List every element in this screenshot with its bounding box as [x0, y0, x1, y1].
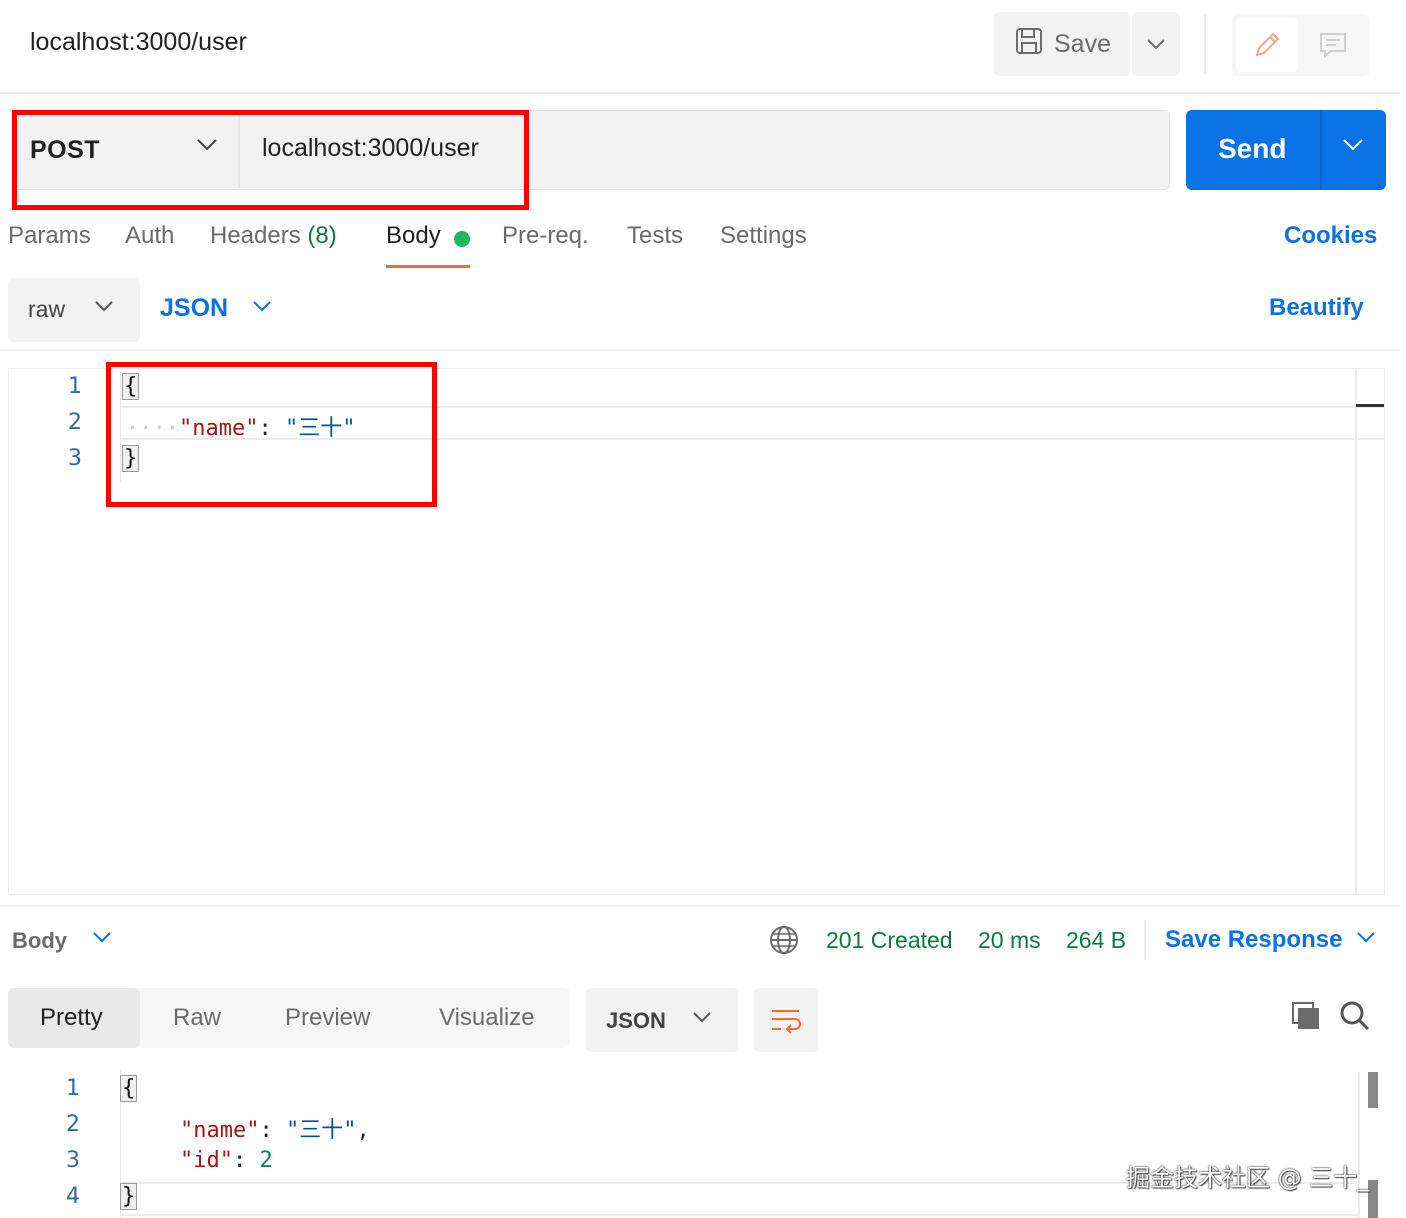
chevron-down-icon: [1147, 39, 1165, 50]
divider: [120, 1214, 1360, 1216]
tab-settings[interactable]: Settings: [720, 222, 807, 250]
divider: [1204, 14, 1206, 74]
headers-count-badge: (8): [307, 222, 337, 249]
json-comma: ,: [356, 1118, 370, 1143]
json-colon: :: [259, 1118, 286, 1143]
json-value: "三十": [285, 1118, 357, 1143]
response-scroll-thumb[interactable]: [1368, 1180, 1378, 1218]
line-number: 3: [68, 446, 82, 471]
body-mode-label[interactable]: raw: [28, 296, 65, 323]
wrap-icon: [772, 1010, 801, 1034]
json-colon: :: [232, 1148, 260, 1173]
view-tab-visualize[interactable]: Visualize: [439, 1004, 535, 1032]
editor-scrollbar[interactable]: [1355, 369, 1357, 894]
line-number: 1: [68, 374, 82, 399]
code-line: {: [120, 1075, 138, 1102]
line-number: 2: [68, 410, 82, 435]
line-number: 2: [66, 1112, 80, 1137]
view-tab-raw[interactable]: Raw: [173, 1004, 221, 1032]
response-format-label[interactable]: JSON: [606, 1008, 666, 1034]
search-icon[interactable]: [1339, 1000, 1371, 1037]
chevron-down-icon[interactable]: [94, 299, 114, 317]
globe-icon[interactable]: [769, 925, 799, 960]
chevron-down-icon[interactable]: [1356, 930, 1376, 948]
json-key: "id": [180, 1148, 233, 1173]
save-label: Save: [1054, 29, 1111, 58]
editor-scroll-thumb[interactable]: [1356, 404, 1384, 407]
save-icon: [1014, 26, 1044, 63]
open-brace: {: [120, 1075, 138, 1102]
body-indicator-dot: [454, 231, 470, 247]
response-scrollbar[interactable]: [1358, 1072, 1360, 1218]
json-value: 2: [259, 1148, 273, 1173]
save-button[interactable]: Save: [994, 12, 1130, 76]
chevron-down-icon[interactable]: [92, 930, 112, 948]
comment-icon: [1320, 33, 1346, 59]
chevron-down-icon[interactable]: [252, 299, 272, 317]
view-tab-preview[interactable]: Preview: [285, 1004, 370, 1032]
response-status[interactable]: 201 Created: [826, 927, 953, 954]
chevron-down-icon[interactable]: [692, 1010, 712, 1028]
line-number: 3: [66, 1148, 80, 1173]
divider: [0, 905, 1400, 907]
response-scroll-thumb[interactable]: [1368, 1072, 1378, 1108]
tab-headers-label: Headers: [210, 222, 301, 249]
watermark: 掘金技术社区 @ 三十_: [1126, 1164, 1370, 1192]
chevron-down-icon: [1343, 139, 1363, 151]
comments-button[interactable]: [1302, 18, 1364, 72]
save-options-button[interactable]: [1132, 12, 1180, 76]
divider: [1144, 920, 1146, 960]
close-brace: }: [120, 1183, 138, 1210]
response-size[interactable]: 264 B: [1066, 927, 1126, 954]
line-number: 1: [66, 1076, 80, 1101]
send-options-button[interactable]: [1342, 138, 1364, 157]
json-key: "name": [180, 1118, 260, 1143]
tab-params[interactable]: Params: [8, 222, 91, 250]
divider: [1320, 110, 1322, 190]
tab-auth[interactable]: Auth: [125, 222, 174, 250]
edit-button[interactable]: [1236, 18, 1298, 72]
active-tab-underline: [386, 265, 470, 268]
highlight-box: [106, 362, 437, 507]
highlight-box: [12, 110, 529, 210]
view-tab-pretty[interactable]: Pretty: [40, 1004, 103, 1032]
divider: [0, 92, 1400, 94]
tab-prereq[interactable]: Pre-req.: [502, 222, 589, 250]
save-response-button[interactable]: Save Response: [1165, 926, 1342, 954]
copy-icon[interactable]: [1290, 1000, 1322, 1037]
pencil-icon: [1255, 32, 1280, 57]
send-label[interactable]: Send: [1218, 133, 1286, 165]
code-line: }: [120, 1183, 138, 1210]
tab-tests[interactable]: Tests: [627, 222, 683, 250]
body-format-select[interactable]: JSON: [160, 294, 228, 323]
tab-headers[interactable]: Headers (8): [210, 222, 337, 250]
beautify-link[interactable]: Beautify: [1269, 294, 1364, 322]
divider: [0, 349, 1400, 351]
response-body-select[interactable]: Body: [12, 928, 67, 954]
wrap-lines-button[interactable]: [754, 988, 818, 1052]
code-line: "id": 2: [180, 1148, 273, 1173]
line-number: 4: [66, 1184, 80, 1209]
response-time[interactable]: 20 ms: [978, 927, 1041, 954]
cookies-link[interactable]: Cookies: [1284, 222, 1377, 250]
tab-body[interactable]: Body: [386, 222, 441, 250]
code-line: "name": "三十",: [180, 1112, 370, 1144]
request-title[interactable]: localhost:3000/user: [30, 28, 247, 57]
